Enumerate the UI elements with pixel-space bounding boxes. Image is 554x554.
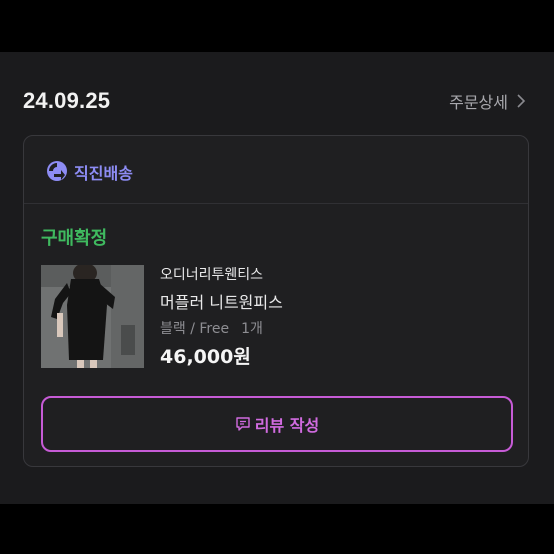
bottom-background [0,504,554,554]
delivery-type-label: 직진배송 [74,164,133,183]
chevron-right-icon [517,94,526,108]
product-image [41,265,144,368]
write-review-label: 리뷰 작성 [254,416,320,435]
top-background [0,0,554,52]
product-quantity: 1개 [241,321,263,337]
order-date: 24.09.25 [23,88,111,113]
product-brand[interactable]: 오디너리투웬티스 [160,264,263,284]
delivery-type-row: 직진배송 [24,136,528,204]
order-item-card: 직진배송 구매확정 오디너리투웬티스 머플러 니트원피스 블랙 / Free 1개… [23,135,529,467]
write-review-button[interactable]: 리뷰 작성 [41,396,513,452]
arrow-circle-icon [47,161,67,181]
product-name[interactable]: 머플러 니트원피스 [160,289,283,313]
product-option: 블랙 / Free 1개 [160,318,263,338]
order-detail-link[interactable]: 주문상세 [449,89,526,113]
chat-edit-icon [236,417,250,431]
product-option-value: 블랙 / Free [160,321,230,337]
purchase-status: 구매확정 [41,228,108,249]
order-detail-label: 주문상세 [449,93,508,112]
product-thumbnail[interactable] [41,265,144,368]
product-price: 46,000원 [160,346,251,368]
